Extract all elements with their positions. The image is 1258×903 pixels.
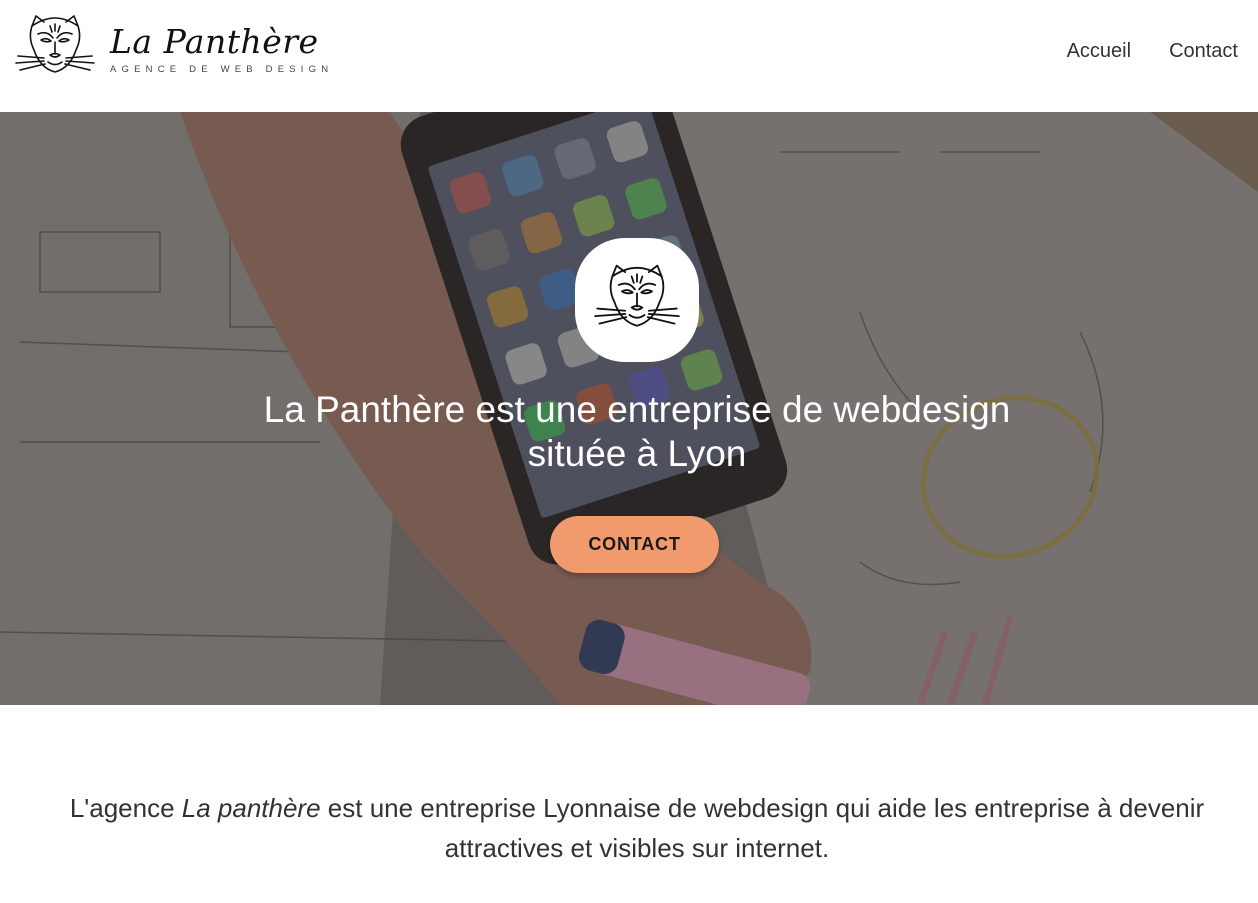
hero-logo-badge [575,238,699,362]
contact-button[interactable]: CONTACT [550,516,719,573]
main-nav: Accueil Contact [1067,40,1238,63]
brand-text: La Panthère AGENCE DE WEB DESIGN [110,22,333,75]
nav-link-contact[interactable]: Contact [1169,40,1238,63]
brand-tagline: AGENCE DE WEB DESIGN [110,63,334,75]
brand-name: La Panthère [110,21,319,61]
hero-title: La Panthère est une entreprise de webdes… [263,389,1011,474]
site-header: La Panthère AGENCE DE WEB DESIGN Accueil… [0,0,1258,112]
panther-head-icon [15,15,95,73]
intro-paragraph: L'agence La panthère est une entreprise … [20,788,1254,868]
intro-prefix: L'agence [69,793,182,823]
panther-head-icon [594,264,680,327]
brand-logo-link[interactable]: La Panthère AGENCE DE WEB DESIGN [14,12,333,84]
nav-link-accueil[interactable]: Accueil [1067,40,1131,63]
intro-suffix: est une entreprise Lyonnaise de webdesig… [320,793,1205,863]
intro-emphasis: La panthère [181,793,321,823]
hero-banner: La Panthère est une entreprise de webdes… [0,112,1258,705]
